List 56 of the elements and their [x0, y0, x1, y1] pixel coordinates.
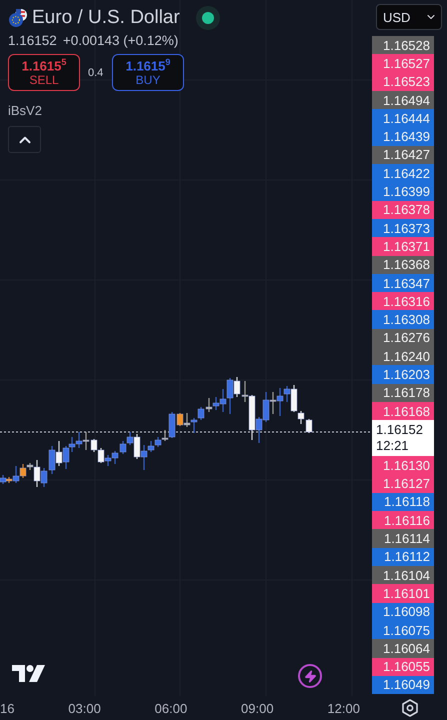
- price-marker: 1.16118: [372, 492, 434, 512]
- price-marker: 1.16127: [372, 474, 434, 493]
- price-marker: 1.16112: [372, 548, 434, 566]
- price-marker: 1.16368: [372, 256, 434, 274]
- price-marker: 1.16494: [372, 90, 434, 110]
- price-marker: 1.16064: [372, 639, 434, 658]
- price-marker: 1.16098: [372, 602, 434, 621]
- price-marker: 1.16104: [372, 566, 434, 584]
- price-marker: 1.16527: [372, 54, 434, 73]
- price-marker: 1.16203: [372, 365, 434, 384]
- countdown-time: 12:21: [376, 438, 410, 454]
- price-marker: 1.16399: [372, 182, 434, 201]
- price-marker: 1.16373: [372, 218, 434, 238]
- price-marker: 1.16114: [372, 529, 434, 548]
- last-price: 1.16152: [8, 33, 57, 48]
- settings-icon[interactable]: [400, 698, 420, 718]
- lightning-button[interactable]: [298, 664, 322, 688]
- price-marker: 1.16427: [372, 146, 434, 164]
- price-marker: 1.16378: [372, 200, 434, 219]
- time-axis-label: 09:00: [241, 700, 274, 716]
- indicator-label: iBsV2: [8, 103, 42, 118]
- spread-value: 0.4: [88, 66, 104, 78]
- logo-icon: [12, 665, 45, 682]
- price-marker: 1.16055: [372, 658, 434, 676]
- sell-button[interactable]: 1.1615$^{5}$ SELL: [8, 54, 80, 91]
- price-marker: 1.16308: [372, 310, 434, 329]
- time-axis-label: 12:00: [327, 700, 360, 716]
- buy-button[interactable]: 1.1615$^{9}$ BUY: [112, 54, 184, 91]
- price-marker: 1.16444: [372, 109, 434, 128]
- price-marker: 1.16168: [372, 402, 434, 420]
- price-marker: 1.16130: [372, 456, 434, 475]
- price-marker: 1.16276: [372, 328, 434, 348]
- current-price: 1.16152: [376, 422, 424, 438]
- price-marker: 1.16101: [372, 584, 434, 603]
- time-axis-label: 03:00: [68, 700, 101, 716]
- lightning-icon: [304, 670, 316, 682]
- collapse-button[interactable]: [8, 126, 41, 153]
- symbol-title: Euro / U.S. Dollar: [32, 7, 180, 29]
- currency-select[interactable]: USD: [376, 4, 442, 30]
- market-status-icon: [196, 6, 220, 30]
- price-marker: 1.16316: [372, 292, 434, 310]
- price-marker: 1.16049: [372, 676, 434, 694]
- price-marker: 1.16371: [372, 237, 434, 256]
- time-axis-label: 16: [0, 700, 14, 716]
- currency-flags-icon: [8, 8, 28, 28]
- price-marker: 1.16240: [372, 347, 434, 366]
- price-marker: 1.16116: [372, 511, 434, 530]
- price-marker: 1.16439: [372, 127, 434, 146]
- price-marker: 1.16347: [372, 274, 434, 292]
- price-marker: 1.16528: [372, 36, 434, 54]
- price-change: +0.00143 (+0.12%): [62, 33, 178, 48]
- price-marker: 1.16075: [372, 620, 434, 640]
- price-marker: 1.16422: [372, 164, 434, 182]
- price-marker: 1.16178: [372, 384, 434, 402]
- price-marker: 1.16523: [372, 72, 434, 91]
- time-axis-label: 06:00: [154, 700, 188, 716]
